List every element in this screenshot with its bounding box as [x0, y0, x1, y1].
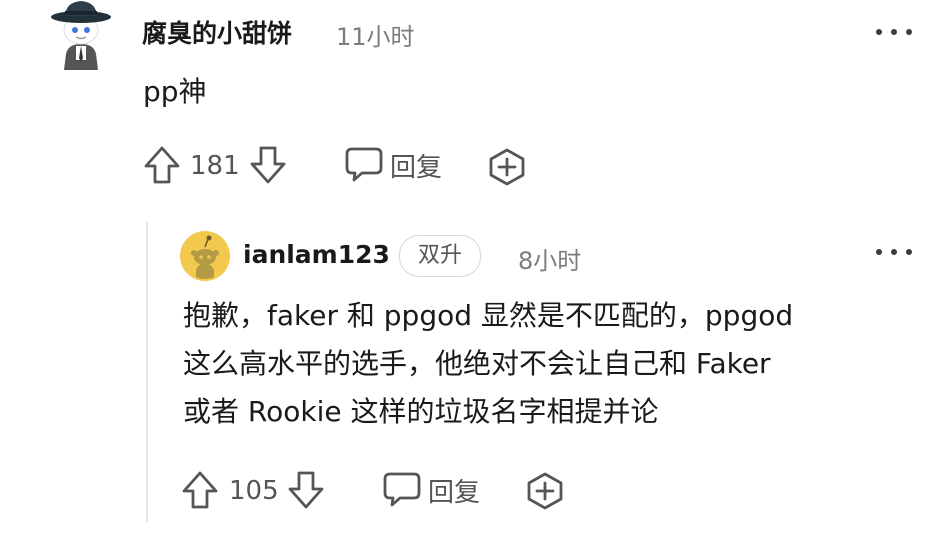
upvote-button[interactable]	[143, 145, 181, 185]
upvote-button[interactable]	[181, 470, 219, 510]
comment-bubble-icon	[345, 147, 383, 182]
upvote-arrow-icon	[144, 146, 180, 184]
downvote-button[interactable]	[287, 470, 325, 510]
user-flair: 双升	[399, 235, 482, 277]
more-options-button[interactable]	[876, 22, 912, 42]
reply-button[interactable]: 回复	[344, 146, 442, 184]
award-button[interactable]	[487, 147, 527, 187]
more-options-button[interactable]	[876, 242, 912, 262]
comment-body-line: 或者 Rookie 这样的垃圾名字相提并论	[183, 395, 659, 428]
vote-count: 181	[190, 151, 240, 181]
thread-line[interactable]	[146, 222, 148, 522]
more-dot-icon	[891, 29, 897, 35]
more-dot-icon	[891, 249, 897, 255]
username[interactable]: ianlam123	[243, 240, 390, 269]
downvote-arrow-icon	[250, 146, 286, 184]
downvote-button[interactable]	[249, 145, 287, 185]
user-avatar[interactable]	[180, 231, 230, 285]
downvote-arrow-icon	[288, 471, 324, 509]
reply-button[interactable]: 回复	[382, 471, 480, 509]
comment-body-line: 抱歉，faker 和 ppgod 显然是不匹配的，ppgod	[183, 299, 794, 332]
vote-count: 105	[229, 476, 279, 506]
more-dot-icon	[876, 249, 882, 255]
reply-label: 回复	[428, 477, 481, 508]
add-award-icon	[489, 148, 525, 186]
username[interactable]: 腐臭的小甜饼	[142, 14, 292, 50]
comment-bubble-icon	[383, 472, 421, 507]
timestamp: 11小时	[336, 23, 415, 51]
comment-body: 抱歉，faker 和 ppgod 显然是不匹配的，ppgod 这么高水平的选手，…	[183, 292, 793, 436]
more-dot-icon	[906, 249, 912, 255]
more-dot-icon	[906, 29, 912, 35]
add-award-icon	[527, 472, 563, 510]
award-button[interactable]	[525, 471, 565, 511]
upvote-arrow-icon	[182, 471, 218, 509]
reply-label: 回复	[390, 152, 443, 183]
comment-body: pp神	[143, 75, 207, 108]
timestamp: 8小时	[518, 247, 582, 275]
more-dot-icon	[876, 29, 882, 35]
comment-body-line: 这么高水平的选手，他绝对不会让自己和 Faker	[183, 347, 771, 380]
user-avatar[interactable]	[48, 0, 114, 72]
